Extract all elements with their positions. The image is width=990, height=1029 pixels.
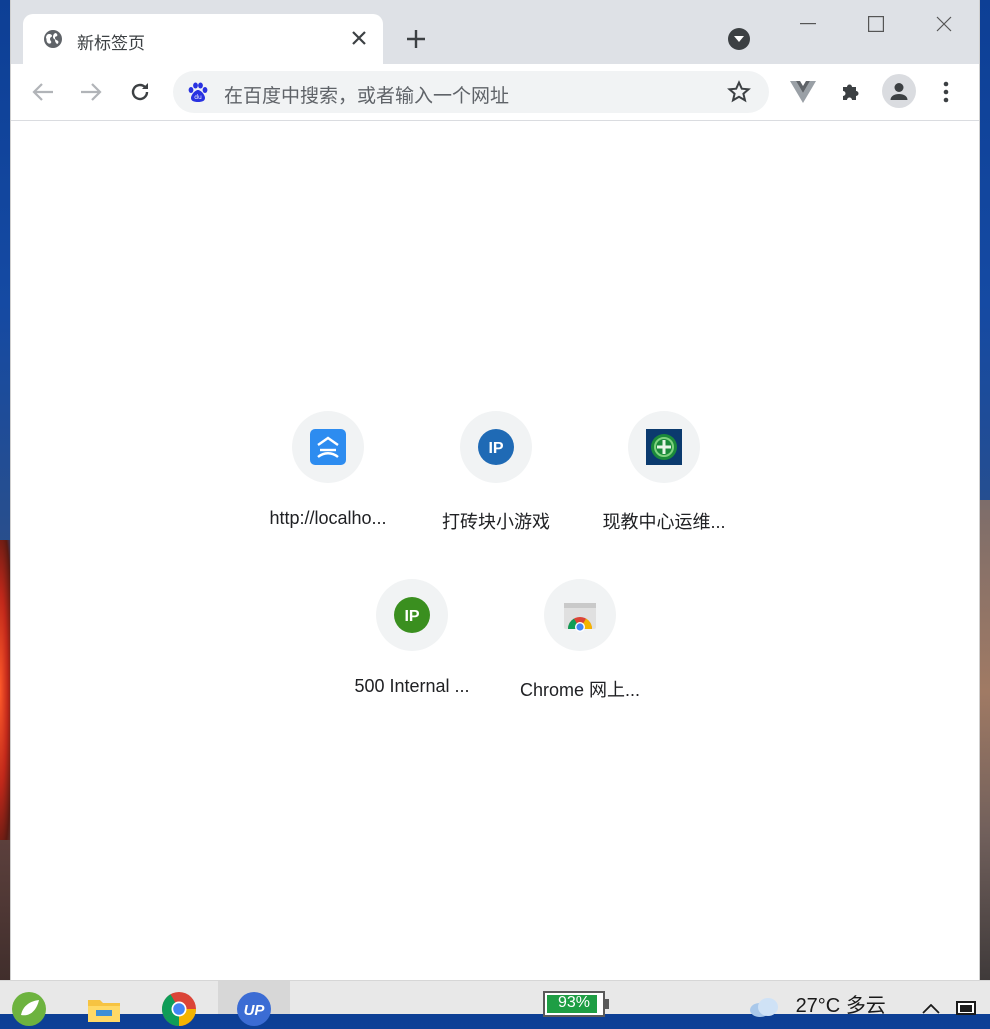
system-tray-app[interactable] [946, 989, 986, 1029]
back-button[interactable] [27, 76, 59, 108]
shortcut-tile[interactable]: 现教中心运维... [580, 411, 748, 551]
reload-icon [131, 83, 149, 101]
baidu-icon: du [188, 82, 208, 102]
globe-icon [44, 30, 62, 48]
more-vertical-icon [943, 81, 949, 103]
shortcut-icon-circle: IP [376, 579, 448, 651]
shortcut-icon-circle [628, 411, 700, 483]
window-close-button[interactable] [921, 8, 967, 40]
shortcut-tile[interactable]: Chrome 网上... [496, 579, 664, 719]
person-icon [890, 83, 908, 100]
shortcut-tile[interactable]: IP 打砖块小游戏 [412, 411, 580, 551]
svg-text:IP: IP [404, 608, 419, 625]
extensions-button[interactable] [835, 76, 867, 108]
tab-new-tab[interactable]: 新标签页 [23, 14, 383, 64]
weather-widget[interactable]: 27°C 多云 [748, 989, 886, 1019]
menu-button[interactable] [930, 76, 962, 108]
leaf-app-icon [12, 992, 46, 1026]
close-icon [936, 16, 952, 32]
reload-button[interactable] [124, 76, 156, 108]
weather-temperature: 27°C [795, 995, 841, 1017]
browser-window: 新标签页 du 在百度中搜索，或者输入一个网址 http://localho..… [11, 0, 979, 980]
taskbar-app-up[interactable]: UP [234, 989, 274, 1029]
battery-percent: 93% [557, 994, 591, 1011]
toolbar: du 在百度中搜索，或者输入一个网址 [11, 64, 979, 121]
monitor-icon [956, 1001, 976, 1015]
svg-text:UP: UP [244, 1002, 266, 1019]
svg-text:IP: IP [488, 440, 503, 457]
new-tab-button[interactable] [401, 24, 431, 54]
cloud-icon [750, 997, 778, 1017]
blue-house-favicon-icon [310, 429, 346, 465]
address-bar-placeholder: 在百度中搜索，或者输入一个网址 [224, 85, 510, 107]
battery-indicator[interactable]: 93% [543, 991, 609, 1017]
show-hidden-icons-button[interactable] [911, 989, 951, 1029]
desktop-wallpaper-right [978, 500, 990, 980]
tab-title: 新标签页 [77, 34, 145, 54]
arrow-left-icon [32, 83, 53, 101]
address-bar[interactable]: du 在百度中搜索，或者输入一个网址 [173, 71, 769, 113]
plus-icon [407, 30, 425, 48]
bookmark-star-icon[interactable] [727, 80, 751, 104]
shortcut-label: http://localho... [269, 508, 387, 528]
shortcut-label: 打砖块小游戏 [442, 512, 550, 532]
taskbar-app-chrome[interactable] [159, 989, 199, 1029]
shortcut-label: Chrome 网上... [519, 680, 641, 700]
taskbar-app-file-explorer[interactable] [84, 989, 124, 1029]
ip-blue-favicon-icon: IP [478, 429, 514, 465]
shortcut-label: 现教中心运维... [602, 512, 726, 532]
tab-close-button[interactable] [347, 26, 371, 50]
shortcut-tile[interactable]: IP 500 Internal ... [328, 579, 496, 719]
minimize-icon [800, 23, 816, 25]
tab-search-button[interactable] [728, 28, 750, 50]
taskbar: UP 93% 27°C 多云 [0, 980, 990, 1026]
vue-icon [790, 81, 816, 103]
svg-text:du: du [194, 94, 202, 101]
title-bar: 新标签页 [11, 0, 979, 64]
folder-icon [88, 1000, 120, 1022]
weather-condition: 多云 [845, 995, 886, 1017]
shortcut-icon-circle: IP [460, 411, 532, 483]
battery-tip [605, 999, 609, 1009]
forward-button[interactable] [75, 76, 107, 108]
shortcut-icon-circle [544, 579, 616, 651]
close-icon [352, 31, 366, 45]
shortcut-icon-circle [292, 411, 364, 483]
maximize-button[interactable] [853, 8, 899, 40]
minimize-button[interactable] [785, 8, 831, 40]
up-app-icon: UP [237, 992, 271, 1026]
ip-green-favicon-icon: IP [394, 597, 430, 633]
green-emblem-favicon-icon [646, 429, 682, 465]
shortcut-label: 500 Internal ... [354, 676, 470, 696]
arrow-right-icon [81, 83, 102, 101]
taskbar-app-spring[interactable] [9, 989, 49, 1029]
maximize-icon [868, 16, 884, 32]
profile-button[interactable] [882, 74, 916, 108]
chrome-web-store-icon [564, 603, 596, 632]
chrome-icon [162, 992, 196, 1026]
shortcut-tile[interactable]: http://localho... [244, 411, 412, 551]
chevron-down-icon [734, 36, 744, 42]
puzzle-icon [843, 84, 859, 100]
vue-devtools-extension-button[interactable] [787, 76, 819, 108]
